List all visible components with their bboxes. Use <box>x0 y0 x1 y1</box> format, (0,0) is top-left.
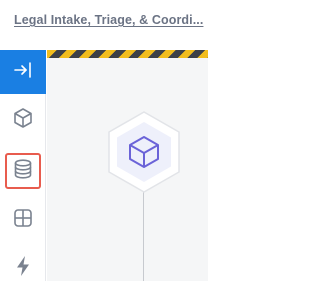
expand-panel-icon <box>13 60 33 85</box>
actions-button[interactable] <box>0 246 46 281</box>
workflow-canvas[interactable] <box>47 58 208 281</box>
layout-button[interactable] <box>0 198 46 242</box>
selected-highlight-frame <box>5 153 41 189</box>
expand-sidebar-button[interactable] <box>0 50 46 94</box>
components-button[interactable] <box>0 98 46 142</box>
sidebar <box>0 50 46 281</box>
lightning-icon <box>13 255 33 281</box>
top-bar: Legal Intake, Triage, & Coordi... <box>0 0 208 50</box>
cube-icon <box>12 107 34 134</box>
cube-icon <box>126 134 162 175</box>
warning-stripe-banner <box>47 50 208 58</box>
grid-icon <box>12 207 34 234</box>
connector-line <box>143 186 144 281</box>
database-button[interactable] <box>0 149 46 193</box>
workflow-node[interactable] <box>106 111 182 193</box>
workflow-title-link[interactable]: Legal Intake, Triage, & Coordi... <box>14 13 208 27</box>
database-icon <box>12 158 34 185</box>
